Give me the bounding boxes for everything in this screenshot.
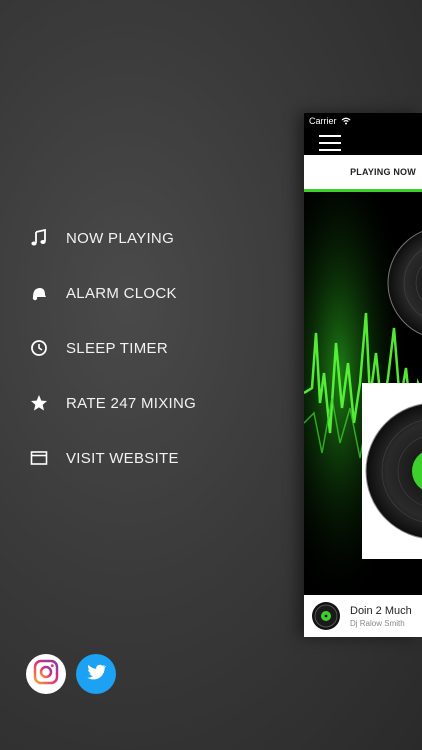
track-title: Doin 2 Much	[350, 604, 412, 617]
alarm-bell-icon	[28, 282, 50, 304]
menu-item-sleep-timer[interactable]: SLEEP TIMER	[28, 328, 168, 368]
clock-icon	[28, 337, 50, 359]
instagram-icon	[33, 659, 59, 690]
nav-bar	[304, 129, 422, 155]
browser-window-icon	[28, 447, 50, 469]
mini-player[interactable]: Doin 2 Much Dj Ralow Smith	[304, 595, 422, 637]
track-artist: Dj Ralow Smith	[350, 618, 405, 628]
instagram-button[interactable]	[26, 654, 66, 694]
wifi-icon	[341, 117, 351, 125]
hamburger-menu-icon[interactable]	[319, 135, 341, 151]
menu-item-label: ALARM CLOCK	[66, 284, 177, 302]
menu-item-visit-website[interactable]: VISIT WEBSITE	[28, 438, 179, 478]
track-thumbnail	[312, 602, 340, 630]
tab-bar: PLAYING NOW	[304, 155, 422, 192]
twitter-icon	[85, 661, 107, 688]
status-bar: Carrier	[304, 113, 422, 129]
twitter-button[interactable]	[76, 654, 116, 694]
star-icon	[28, 392, 50, 414]
carrier-label: Carrier	[309, 116, 337, 126]
menu-item-label: VISIT WEBSITE	[66, 449, 179, 467]
music-note-icon	[28, 227, 50, 249]
social-links	[26, 654, 116, 694]
menu-item-label: NOW PLAYING	[66, 229, 175, 247]
menu-item-label: RATE 247 MIXING	[66, 394, 197, 412]
album-artwork	[304, 193, 422, 595]
menu-item-now-playing[interactable]: NOW PLAYING	[28, 218, 174, 258]
menu-item-label: SLEEP TIMER	[66, 339, 168, 357]
tab-playing-now[interactable]: PLAYING NOW	[350, 167, 416, 177]
menu-item-rate[interactable]: RATE 247 MIXING	[28, 383, 196, 423]
app-preview[interactable]: Carrier PLAYING NOW Doin 2 Much Dj Ralow…	[304, 113, 422, 637]
menu-item-alarm-clock[interactable]: ALARM CLOCK	[28, 273, 177, 313]
